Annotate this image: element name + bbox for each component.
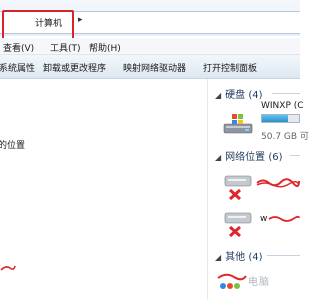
drive-usage-bar (261, 114, 300, 123)
pane-divider (207, 79, 208, 300)
nav-item-locations[interactable]: 的位置 (0, 138, 25, 151)
section-other[interactable]: ◢ 其他 (4) (215, 248, 263, 263)
red-scribble-mark (0, 265, 16, 271)
drive-free-space: 50.7 GB 可 (261, 132, 309, 142)
collapse-triangle-icon[interactable]: ◢ (215, 91, 221, 100)
redacted-label-scribble (256, 178, 300, 188)
menu-help[interactable]: 帮助(H) (89, 41, 121, 54)
drive-usage-fill (262, 115, 288, 122)
watermark-text: 电脑 (248, 277, 270, 288)
open-control-panel-button[interactable]: 打开控制面板 (203, 61, 257, 74)
breadcrumb-chevron-icon[interactable]: ▸ (78, 15, 83, 25)
section-rule (290, 155, 300, 156)
redacted-label-scribble (268, 215, 300, 222)
section-hard-disks-label: 硬盘 (4) (225, 90, 263, 101)
network-item-label[interactable]: w (260, 214, 267, 224)
map-network-drive-button[interactable]: 映射网络驱动器 (123, 61, 186, 74)
section-other-label: 其他 (4) (225, 252, 263, 263)
network-drive-disconnected-icon[interactable] (221, 207, 261, 239)
section-rule (272, 93, 300, 94)
system-properties-button[interactable]: 系统属性 (0, 61, 35, 74)
watermark-logo-icon (217, 273, 247, 289)
drive-name[interactable]: WINXP (C (261, 101, 304, 111)
windows-drive-icon[interactable] (223, 112, 253, 135)
collapse-triangle-icon[interactable]: ◢ (215, 253, 221, 262)
uninstall-program-button[interactable]: 卸载或更改程序 (43, 61, 106, 74)
section-network-locations[interactable]: ◢ 网络位置 (6) (215, 148, 283, 163)
section-network-locations-label: 网络位置 (6) (225, 152, 283, 163)
menu-bar: 查看(V) 工具(T) 帮助(H) (0, 38, 300, 55)
menu-tools[interactable]: 工具(T) (50, 41, 81, 54)
collapse-triangle-icon[interactable]: ◢ (215, 153, 221, 162)
command-toolbar: 系统属性 卸载或更改程序 映射网络驱动器 打开控制面板 (0, 55, 300, 79)
section-rule (267, 255, 300, 256)
menu-view[interactable]: 查看(V) (3, 41, 34, 54)
section-hard-disks[interactable]: ◢ 硬盘 (4) (215, 86, 263, 101)
